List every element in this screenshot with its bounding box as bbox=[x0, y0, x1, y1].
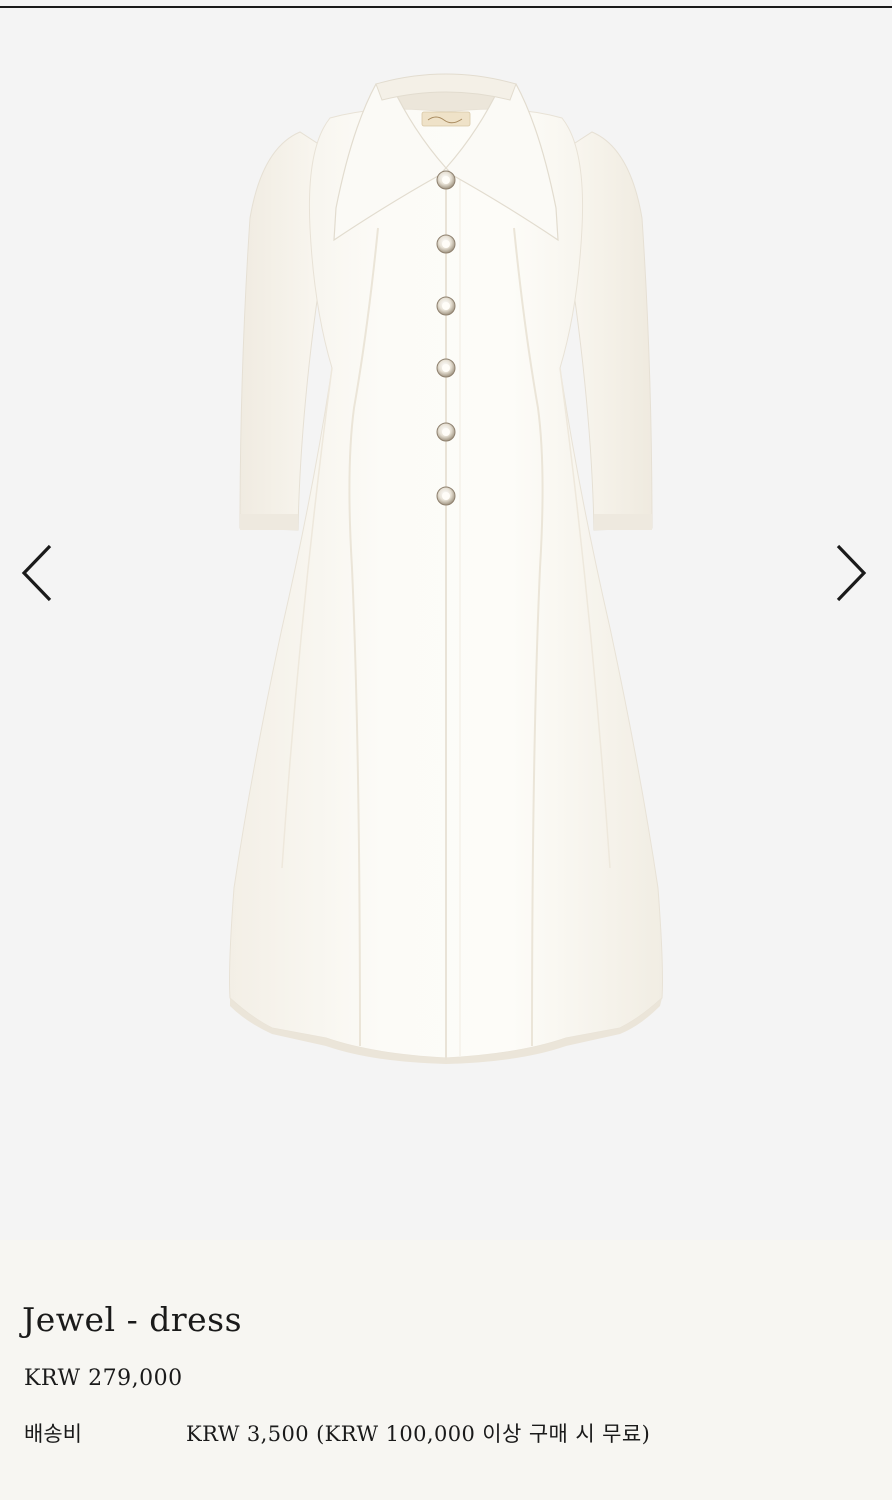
chevron-left-icon bbox=[21, 544, 52, 602]
top-divider bbox=[0, 0, 892, 8]
next-image-button[interactable] bbox=[832, 538, 876, 608]
product-image bbox=[229, 73, 663, 1064]
previous-image-button[interactable] bbox=[12, 538, 56, 608]
shipping-fee: KRW 3,500 (KRW 100,000 이상 구매 시 무료) bbox=[186, 1422, 651, 1446]
product-title: Jewel - dress bbox=[22, 1300, 243, 1339]
shipping-label: 배송비 bbox=[24, 1422, 82, 1446]
product-gallery[interactable] bbox=[0, 8, 892, 1240]
product-info: Jewel - dress KRW 279,000 배송비 KRW 3,500 … bbox=[0, 1240, 892, 1500]
product-price: KRW 279,000 bbox=[24, 1366, 183, 1391]
chevron-right-icon bbox=[836, 544, 867, 602]
